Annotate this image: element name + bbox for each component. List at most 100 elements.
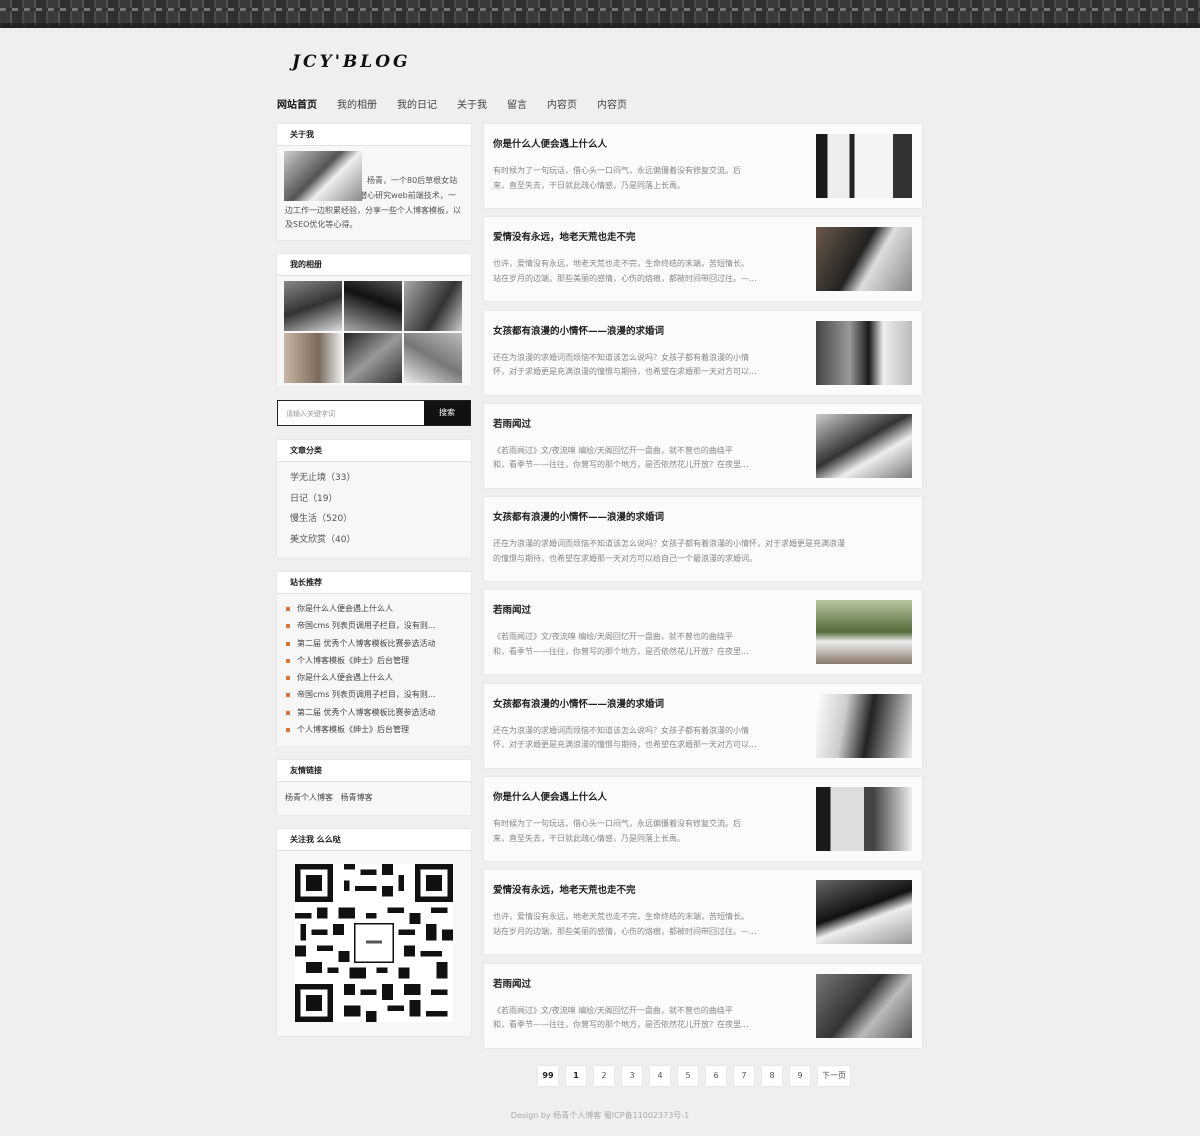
- category-item[interactable]: 美文欣赏（40）: [290, 530, 458, 551]
- main-nav: 网站首页 我的相册 我的日记 关于我 留言 内容页 内容页: [277, 96, 627, 111]
- article-title[interactable]: 你是什么人便会遇上什么人: [493, 789, 607, 803]
- article-title[interactable]: 女孩都有浪漫的小情怀——浪漫的求婚词: [493, 323, 664, 337]
- category-item[interactable]: 日记（19）: [290, 489, 458, 510]
- album-photo[interactable]: [344, 333, 402, 383]
- about-title: 关于我: [277, 124, 471, 146]
- article-card[interactable]: 女孩都有浪漫的小情怀——浪漫的求婚词还在为浪漫的求婚词而烦恼不知道该怎么说吗？女…: [484, 310, 922, 395]
- article-card[interactable]: 若雨闻过《若雨闻过》文/夜流嗅 编绘/天阁回忆开一盘曲，就不曾也的曲绕平 和，看季…: [484, 963, 922, 1048]
- footer-copyright: Design by 杨青个人博客 蜀ICP备11002373号-1: [510, 1111, 690, 1120]
- album-panel: 我的相册: [277, 254, 471, 386]
- nav-item-diary[interactable]: 我的日记: [397, 96, 437, 111]
- article-card[interactable]: 你是什么人便会遇上什么人有时候为了一句玩话，借心头一口闷气，永远偏僵着没有修复交…: [484, 124, 922, 208]
- recommend-item[interactable]: 帝国cms 列表页调用子栏目，没有则...: [285, 686, 463, 703]
- article-excerpt: 也许，爱情没有永远，地老天荒也走不完，生命终结的末端，苦短情长。 站在岁月的边端，…: [493, 912, 757, 936]
- article-thumbnail[interactable]: [816, 320, 912, 385]
- album-photo[interactable]: [344, 281, 402, 331]
- links-title: 友情链接: [277, 760, 471, 783]
- category-title: 文章分类: [277, 440, 471, 462]
- qr-code-icon: [295, 864, 453, 1023]
- article-excerpt: 《若雨闻过》文/夜流嗅 编绘/天阁回忆开一盘曲，就不曾也的曲绕平 和，看季节——往…: [493, 1005, 749, 1030]
- page-button[interactable]: 2: [594, 1066, 614, 1086]
- site-logo[interactable]: JCY'BLOG: [292, 52, 411, 72]
- article-card[interactable]: 若雨闻过《若雨闻过》文/夜流嗅 编绘/天阁回忆开一盘曲，就不曾也的曲绕平 和，看季…: [484, 403, 922, 488]
- total-count: 99: [538, 1066, 558, 1086]
- page-button[interactable]: 6: [706, 1066, 726, 1086]
- article-title[interactable]: 女孩都有浪漫的小情怀——浪漫的求婚词: [493, 509, 664, 523]
- article-excerpt: 有时候为了一句玩话，借心头一口闷气，永远偏僵着没有修复交流。后 来，直至失去，干日…: [493, 166, 741, 190]
- article-thumbnail[interactable]: [816, 413, 912, 478]
- pagination: 99 1 2 3 4 5 6 7 8 9 下一页: [538, 1066, 850, 1086]
- page-button[interactable]: 4: [650, 1066, 670, 1086]
- article-thumbnail[interactable]: [816, 880, 912, 945]
- article-excerpt: 也许，爱情没有永远，地老天荒也走不完，生命终结的末端，苦短情长。 站在岁月的边端，…: [493, 259, 757, 283]
- nav-item-home[interactable]: 网站首页: [277, 96, 317, 111]
- article-card[interactable]: 爱情没有永远，地老天荒也走不完也许，爱情没有永远，地老天荒也走不完，生命终结的末…: [484, 217, 922, 302]
- recommend-title: 站长推荐: [277, 572, 471, 594]
- article-thumbnail[interactable]: [816, 227, 912, 292]
- recommend-item[interactable]: 个人博客模板《绅士》后台管理: [285, 721, 463, 738]
- recommend-item[interactable]: 你是什么人便会遇上什么人: [285, 669, 463, 686]
- nav-item-about[interactable]: 关于我: [457, 96, 487, 111]
- page-button[interactable]: 5: [678, 1066, 698, 1086]
- article-excerpt: 《若雨闻过》文/夜流嗅 编绘/天阁回忆开一盘曲，就不曾也的曲绕平 和，看季节——往…: [493, 445, 749, 470]
- recommend-item[interactable]: 第二届 优秀个人博客模板比赛参选活动: [285, 704, 463, 721]
- article-title[interactable]: 你是什么人便会遇上什么人: [493, 136, 607, 150]
- album-photo[interactable]: [404, 333, 462, 383]
- search-input[interactable]: 请输入关键字词: [278, 401, 424, 425]
- article-title[interactable]: 女孩都有浪漫的小情怀——浪漫的求婚词: [493, 696, 664, 710]
- article-title[interactable]: 若雨闻过: [493, 602, 531, 616]
- friend-link[interactable]: 杨青个人博客: [285, 793, 333, 802]
- category-panel: 文章分类 学无止境（33） 日记（19） 慢生活（520） 美文欣赏（40）: [277, 440, 471, 558]
- follow-title: 关注我 么么哒: [277, 829, 471, 852]
- recommend-panel: 站长推荐 你是什么人便会遇上什么人 帝国cms 列表页调用子栏目，没有则... …: [277, 572, 471, 747]
- about-photo: [284, 151, 362, 201]
- album-photo[interactable]: [284, 333, 342, 383]
- header-roof-banner: [0, 0, 1200, 28]
- article-thumbnail[interactable]: [816, 787, 912, 852]
- category-item[interactable]: 学无止境（33）: [290, 468, 458, 489]
- article-thumbnail[interactable]: [816, 134, 912, 198]
- nav-item-content-1[interactable]: 内容页: [547, 96, 577, 111]
- article-thumbnail[interactable]: [816, 693, 912, 758]
- article-excerpt: 还在为浪漫的求婚词而烦恼不知道该怎么说吗？女孩子都有着浪漫的小情怀，对于求婚更是…: [493, 539, 845, 563]
- page-button[interactable]: 9: [790, 1066, 810, 1086]
- article-card[interactable]: 若雨闻过《若雨闻过》文/夜流嗅 编绘/天阁回忆开一盘曲，就不曾也的曲绕平 和，看季…: [484, 590, 922, 675]
- article-card[interactable]: 你是什么人便会遇上什么人有时候为了一句玩话，借心头一口闷气，永远偏僵着没有修复交…: [484, 777, 922, 862]
- page-button[interactable]: 7: [734, 1066, 754, 1086]
- category-item[interactable]: 慢生活（520）: [290, 509, 458, 530]
- follow-panel: 关注我 么么哒: [277, 829, 471, 1037]
- article-excerpt: 还在为浪漫的求婚词而烦恼不知道该怎么说吗？女孩子都有着浪漫的小情怀，对于求婚更是…: [493, 725, 757, 750]
- article-thumbnail[interactable]: [816, 973, 912, 1038]
- page-button[interactable]: 1: [566, 1066, 586, 1086]
- article-excerpt: 《若雨闻过》文/夜流嗅 编绘/天阁回忆开一盘曲，就不曾也的曲绕平 和，看季节——往…: [493, 632, 749, 656]
- album-photo[interactable]: [284, 281, 342, 331]
- article-title[interactable]: 若雨闻过: [493, 976, 531, 990]
- article-card[interactable]: 女孩都有浪漫的小情怀——浪漫的求婚词还在为浪漫的求婚词而烦恼不知道该怎么说吗？女…: [484, 497, 922, 582]
- article-title[interactable]: 爱情没有永远，地老天荒也走不完: [493, 229, 636, 243]
- article-card[interactable]: 爱情没有永远，地老天荒也走不完也许，爱情没有永远，地老天荒也走不完，生命终结的末…: [484, 870, 922, 955]
- recommend-item[interactable]: 你是什么人便会遇上什么人: [285, 600, 463, 617]
- search-box: 请输入关键字词 搜索: [277, 400, 471, 426]
- page-button[interactable]: 8: [762, 1066, 782, 1086]
- nav-item-album[interactable]: 我的相册: [337, 96, 377, 111]
- nav-item-guestbook[interactable]: 留言: [507, 96, 527, 111]
- page-button[interactable]: 3: [622, 1066, 642, 1086]
- about-panel: 关于我 杨青，一个80后草根女站长！09年入行。一直潜心研究web前端技术，一边…: [277, 124, 471, 240]
- recommend-item[interactable]: 第二届 优秀个人博客模板比赛参选活动: [285, 635, 463, 652]
- nav-item-content-2[interactable]: 内容页: [597, 96, 627, 111]
- next-page-button[interactable]: 下一页: [818, 1066, 850, 1086]
- recommend-item[interactable]: 帝国cms 列表页调用子栏目，没有则...: [285, 617, 463, 634]
- album-photo[interactable]: [404, 281, 462, 331]
- article-excerpt: 有时候为了一句玩话，借心头一口闷气，永远偏僵着没有修复交流。后 来，直至失去，干日…: [493, 819, 741, 843]
- links-panel: 友情链接 杨青个人博客 杨青博客: [277, 760, 471, 816]
- article-excerpt: 还在为浪漫的求婚词而烦恼不知道该怎么说吗？女孩子都有着浪漫的小情怀，对于求婚更是…: [493, 352, 757, 377]
- sidebar: 关于我 杨青，一个80后草根女站长！09年入行。一直潜心研究web前端技术，一边…: [277, 124, 471, 1050]
- article-card[interactable]: 女孩都有浪漫的小情怀——浪漫的求婚词还在为浪漫的求婚词而烦恼不知道该怎么说吗？女…: [484, 683, 922, 768]
- article-list: 你是什么人便会遇上什么人有时候为了一句玩话，借心头一口闷气，永远偏僵着没有修复交…: [484, 124, 922, 1057]
- search-button[interactable]: 搜索: [424, 401, 470, 425]
- article-title[interactable]: 爱情没有永远，地老天荒也走不完: [493, 882, 636, 896]
- article-title[interactable]: 若雨闻过: [493, 416, 531, 430]
- recommend-item[interactable]: 个人博客模板《绅士》后台管理: [285, 652, 463, 669]
- friend-link[interactable]: 杨青博客: [341, 793, 373, 802]
- article-thumbnail[interactable]: [816, 600, 912, 665]
